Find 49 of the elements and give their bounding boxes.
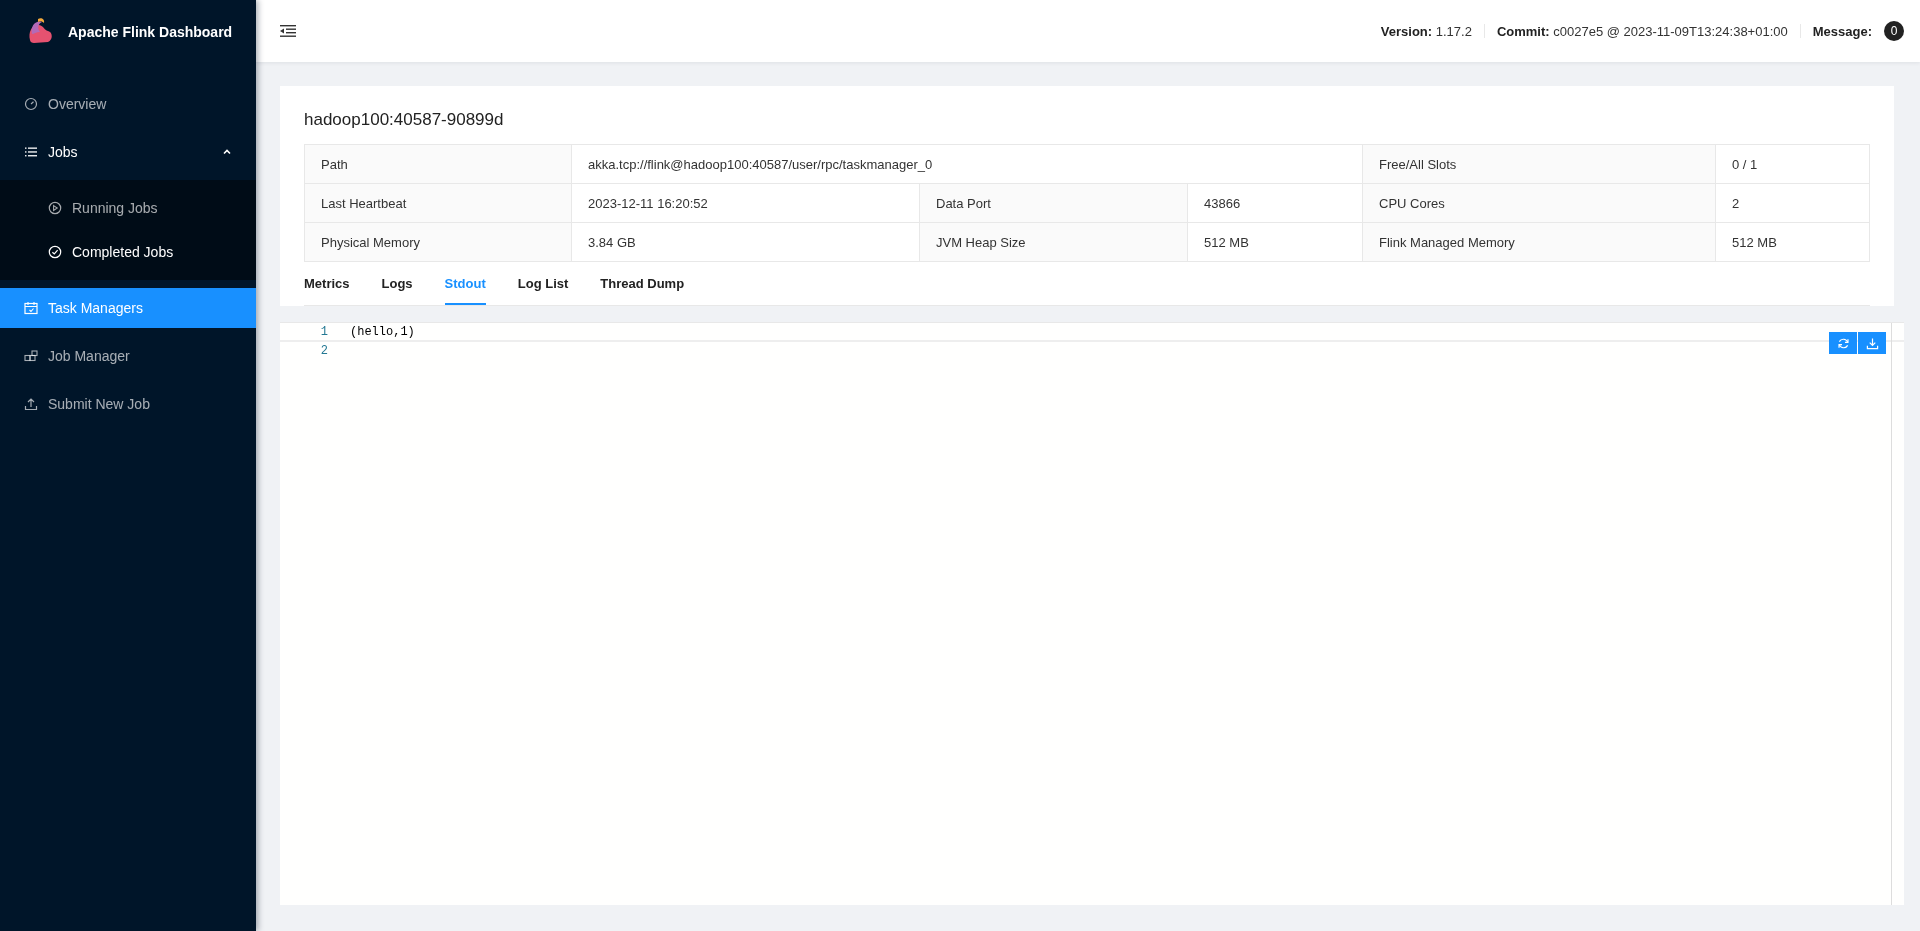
code-editor[interactable]: 1 (hello,1) 2 <box>280 322 1904 905</box>
sidebar-item[interactable]: Overview <box>0 84 256 124</box>
calendar-icon <box>24 301 38 315</box>
download-icon <box>1865 336 1879 350</box>
field-label: Data Port <box>919 183 1188 223</box>
download-button[interactable] <box>1858 332 1886 354</box>
field-label: Free/All Slots <box>1362 144 1716 184</box>
play-circle-icon <box>48 201 62 215</box>
field-value: akka.tcp://flink@hadoop100:40587/user/rpc/taskmanager_0 <box>571 144 1363 184</box>
sidebar-item[interactable]: Submit New Job <box>0 384 256 424</box>
message-count-badge[interactable]: 0 <box>1884 21 1904 41</box>
message-label: Message: <box>1812 23 1872 39</box>
cluster-icon <box>24 349 38 363</box>
field-value: 3.84 GB <box>571 222 920 262</box>
field-label: Flink Managed Memory <box>1362 222 1716 262</box>
field-value: 43866 <box>1187 183 1363 223</box>
check-circle-icon <box>48 245 62 259</box>
code-line: (hello,1) <box>350 324 415 339</box>
field-value: 512 MB <box>1187 222 1363 262</box>
sidebar-subitem[interactable]: Completed Jobs <box>0 232 256 272</box>
dashboard-icon <box>24 97 38 111</box>
field-value: 0 / 1 <box>1715 144 1870 184</box>
field-value: 2 <box>1715 183 1870 223</box>
taskmanager-title: hadoop100:40587-90899d <box>304 110 505 130</box>
field-label: Last Heartbeat <box>304 183 572 223</box>
field-label: Path <box>304 144 572 184</box>
caret-icon[interactable] <box>222 147 232 157</box>
field-label: Physical Memory <box>304 222 572 262</box>
refresh-button[interactable] <box>1829 332 1857 354</box>
tab[interactable]: Log List <box>517 266 569 305</box>
upload-icon <box>24 397 38 411</box>
list-icon <box>24 145 38 159</box>
sidebar-item[interactable]: Job Manager <box>0 336 256 376</box>
field-value: 512 MB <box>1715 222 1870 262</box>
commit-text: Commit: c0027e5 @ 2023-11-09T13:24:38+01:00 <box>1496 23 1788 39</box>
refresh-icon <box>1836 336 1850 350</box>
app-title: Apache Flink Dashboard <box>68 24 233 40</box>
sidebar-subitem[interactable]: Running Jobs <box>0 188 256 228</box>
field-value: 2023-12-11 16:20:52 <box>571 183 920 223</box>
field-label: JVM Heap Size <box>919 222 1188 262</box>
field-label: CPU Cores <box>1362 183 1716 223</box>
line-number: 1 <box>319 324 328 339</box>
tab[interactable]: Thread Dump <box>600 266 685 305</box>
tab[interactable]: Metrics <box>304 266 350 305</box>
version-text: Version: 1.17.2 <box>1380 23 1472 39</box>
tab[interactable]: Logs <box>381 266 413 305</box>
line-number: 2 <box>319 343 328 358</box>
sidebar-item[interactable]: Jobs <box>0 132 256 172</box>
menu-fold-icon[interactable] <box>280 24 296 38</box>
